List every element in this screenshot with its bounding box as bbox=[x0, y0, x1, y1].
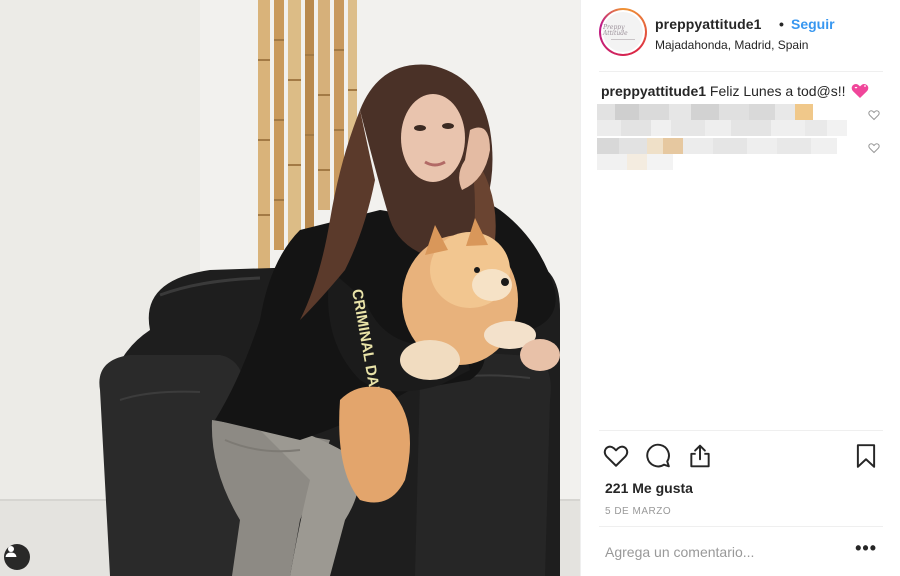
avatar-logo-text: Preppy Attitude bbox=[603, 23, 628, 37]
comment-like-heart-icon[interactable] bbox=[868, 108, 880, 121]
hand bbox=[520, 339, 560, 371]
comment-input[interactable] bbox=[605, 541, 845, 563]
location-link[interactable]: Majadahonda, Madrid, Spain bbox=[655, 38, 808, 52]
comment-item-blurred bbox=[597, 138, 853, 186]
photo-illustration: CRIMINAL DAMAGE bbox=[0, 0, 580, 576]
bookmark-icon[interactable] bbox=[853, 443, 879, 469]
post-caption: preppyattitude1 Feliz Lunes a tod@s!! bbox=[601, 82, 883, 103]
post-date[interactable]: 5 de marzo bbox=[605, 506, 671, 517]
share-icon[interactable] bbox=[687, 443, 713, 469]
likes-count[interactable]: 221 Me gusta bbox=[605, 480, 693, 496]
comment-like-heart-icon[interactable] bbox=[868, 141, 880, 154]
post-actions-bar bbox=[599, 430, 883, 480]
caption-username[interactable]: preppyattitude1 bbox=[601, 83, 706, 99]
caption-text: Feliz Lunes a tod@s!! bbox=[709, 83, 846, 99]
heart-with-sparkles-icon bbox=[851, 83, 869, 103]
post-header: Preppy Attitude preppyattitude1 • Seguir… bbox=[599, 8, 883, 72]
follow-button[interactable]: Seguir bbox=[791, 16, 835, 32]
post-side-panel: Preppy Attitude preppyattitude1 • Seguir… bbox=[580, 0, 900, 576]
user-tag-icon[interactable] bbox=[4, 544, 30, 570]
more-options-icon[interactable]: ••• bbox=[855, 539, 877, 557]
comment-icon[interactable] bbox=[645, 443, 671, 469]
heart-icon[interactable] bbox=[603, 443, 629, 469]
separator-dot: • bbox=[779, 16, 784, 32]
username-link[interactable]: preppyattitude1 bbox=[655, 16, 762, 32]
add-comment-section: ••• bbox=[599, 526, 883, 576]
avatar[interactable]: Preppy Attitude bbox=[599, 8, 647, 56]
avatar-logo: Preppy Attitude bbox=[603, 12, 643, 52]
post-photo[interactable]: CRIMINAL DAMAGE bbox=[0, 0, 580, 576]
